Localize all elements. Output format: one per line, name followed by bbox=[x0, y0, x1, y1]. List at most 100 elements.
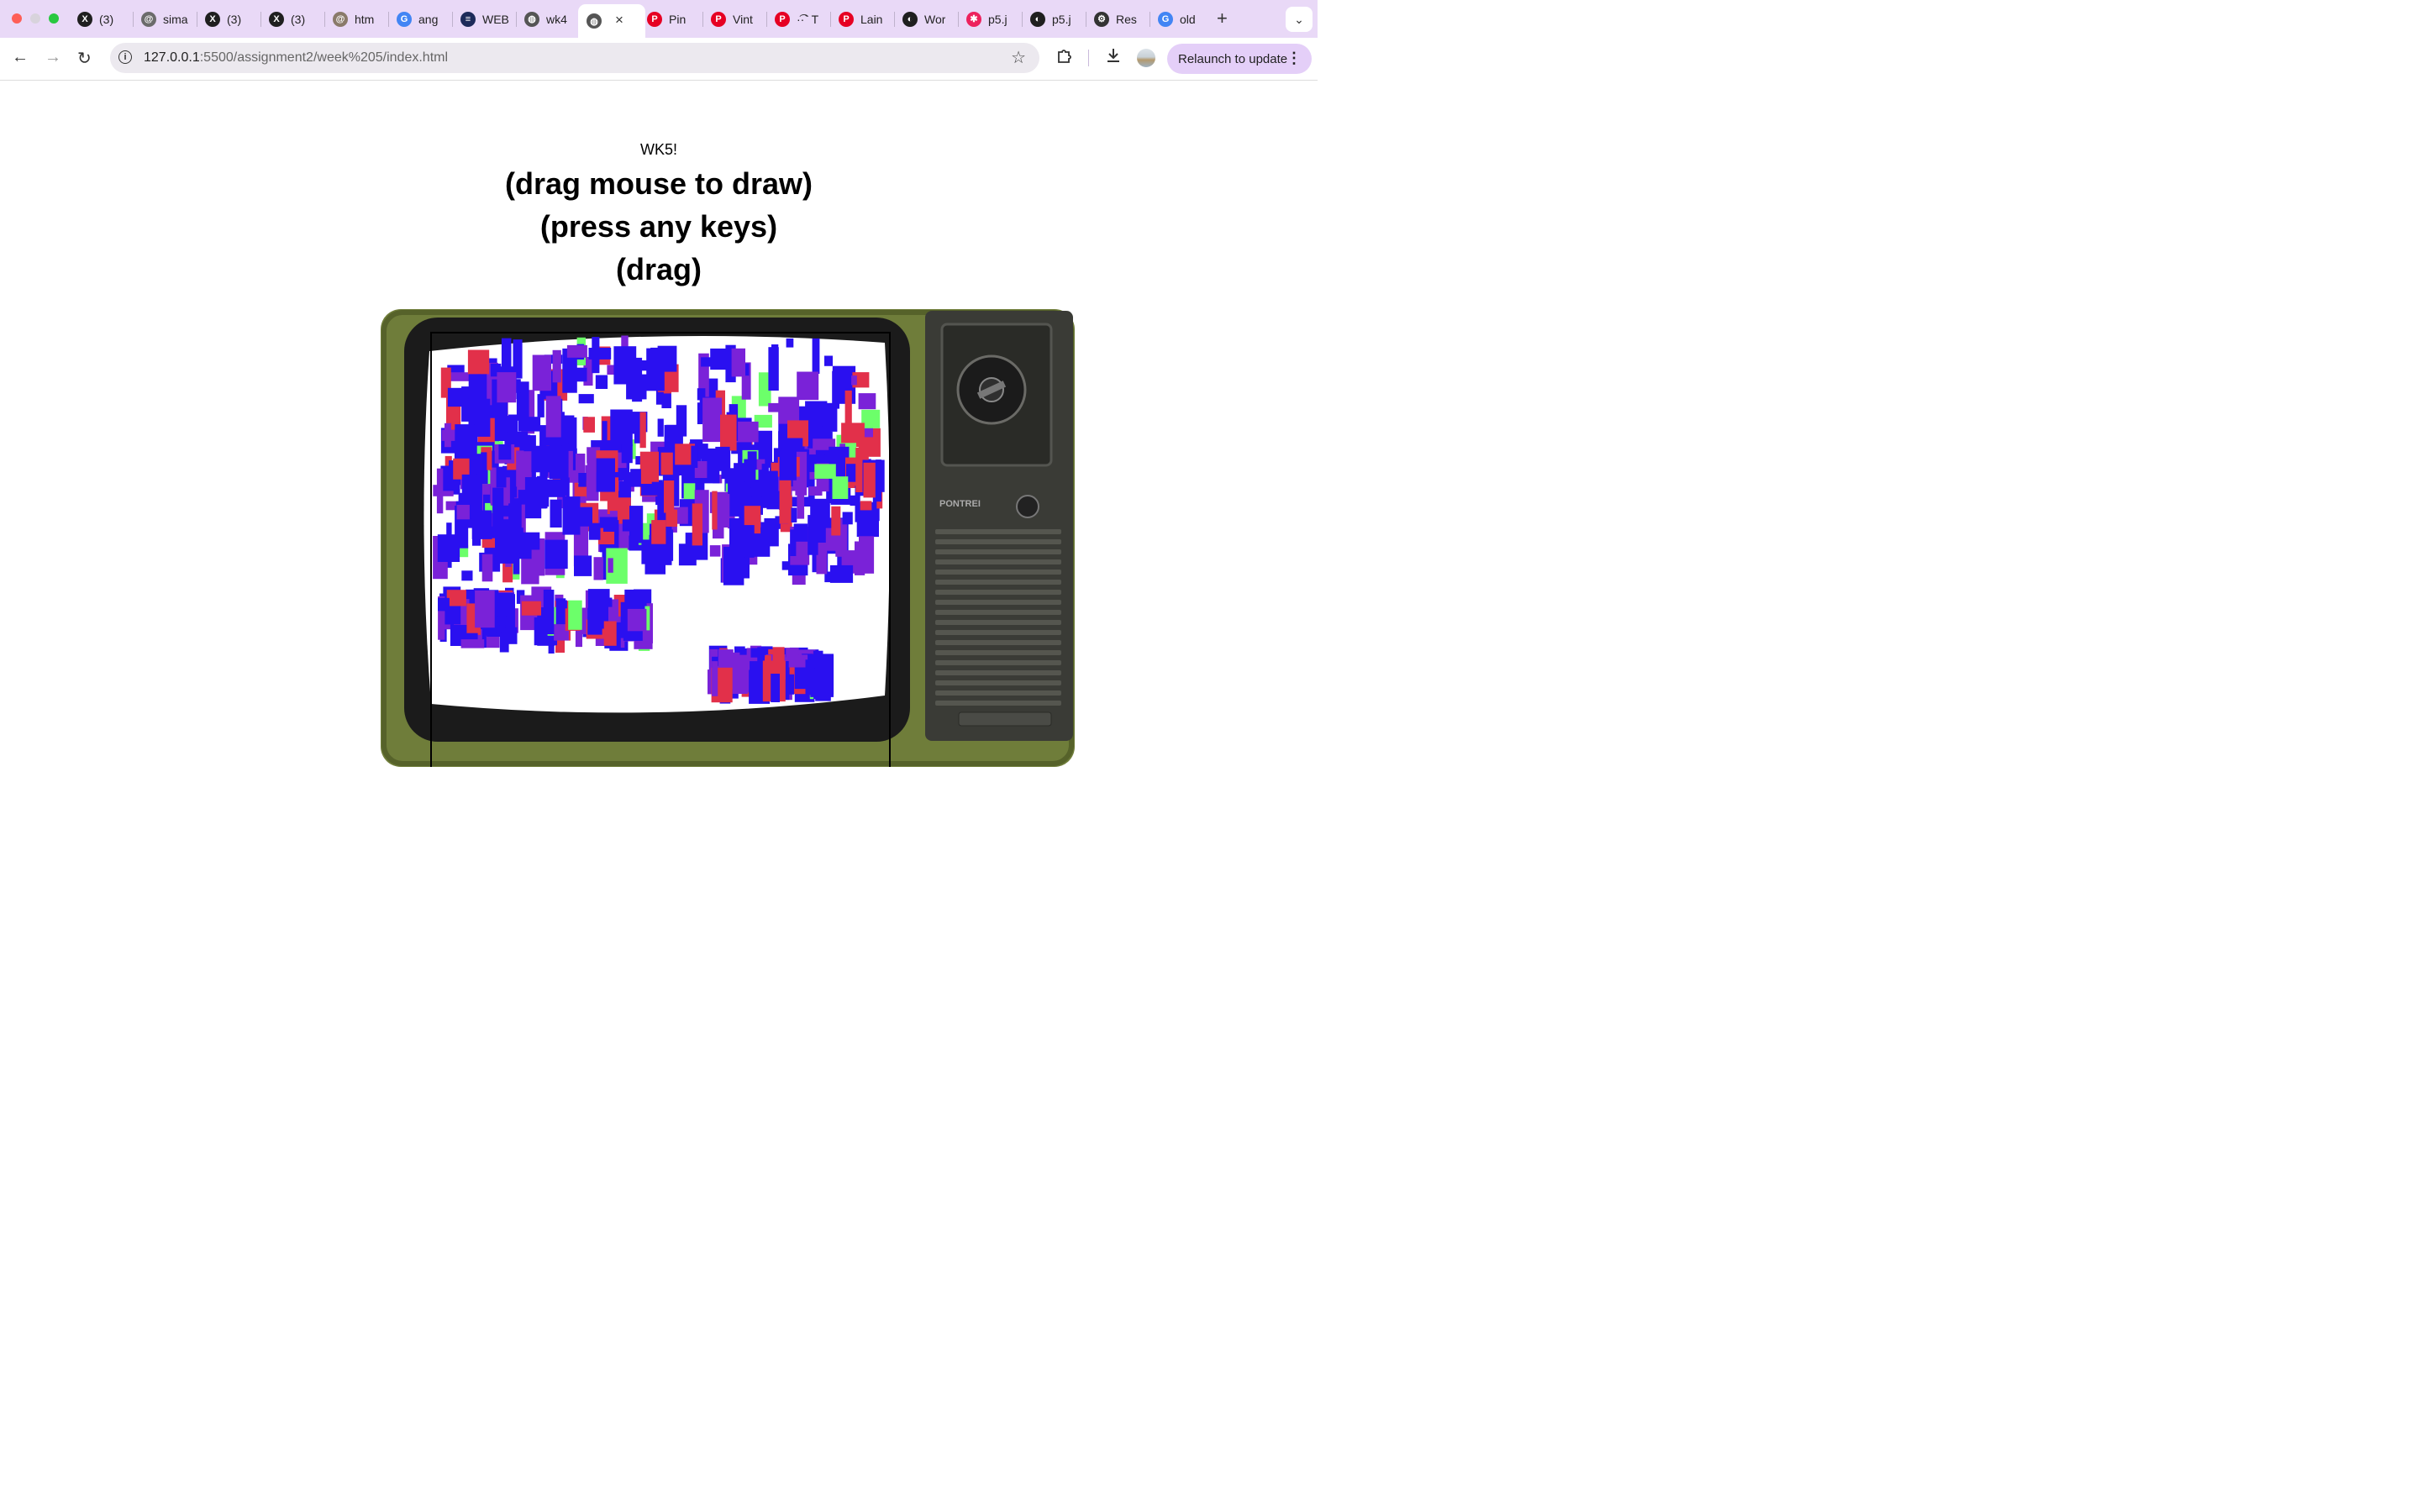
tab-divider bbox=[1022, 12, 1023, 27]
stroke-block bbox=[640, 452, 652, 484]
instruction-drag: (drag) bbox=[616, 252, 702, 286]
tab-6[interactable]: ≡ WEB bbox=[460, 6, 509, 32]
stroke-block bbox=[445, 423, 451, 448]
tab-3[interactable]: X (3) bbox=[269, 6, 318, 32]
stroke-block bbox=[832, 476, 849, 499]
tab-8[interactable]: ◍ × bbox=[578, 4, 645, 38]
tab-0[interactable]: X (3) bbox=[77, 6, 126, 32]
tab-10[interactable]: P Vint bbox=[711, 6, 760, 32]
stroke-block bbox=[691, 445, 698, 468]
page-title: WK5! bbox=[639, 141, 677, 158]
tab-title: Res bbox=[1116, 12, 1137, 26]
tab-15[interactable]: ◐ p5.j bbox=[1030, 6, 1079, 32]
tab-2[interactable]: X (3) bbox=[205, 6, 254, 32]
instruction-keys: (press any keys) bbox=[539, 209, 778, 244]
stroke-block bbox=[855, 541, 865, 575]
tab-title: old bbox=[1180, 12, 1196, 26]
stroke-block bbox=[797, 371, 819, 401]
grille-slot bbox=[935, 680, 1061, 685]
tab-14[interactable]: ✱ p5.j bbox=[966, 6, 1015, 32]
stroke-block bbox=[513, 536, 520, 575]
grille-slot bbox=[935, 600, 1061, 605]
google-icon: G bbox=[397, 11, 412, 27]
tab-5[interactable]: Gang bbox=[397, 6, 445, 32]
stroke-block bbox=[844, 390, 852, 428]
tab-title: Lain bbox=[860, 12, 883, 26]
toolbar-divider bbox=[1088, 50, 1089, 66]
tab-12[interactable]: P Lain bbox=[839, 6, 887, 32]
stroke-block bbox=[461, 570, 473, 581]
tab-13[interactable]: ◐ Wor bbox=[902, 6, 951, 32]
tab-7[interactable]: ◍ wk4 bbox=[524, 6, 573, 32]
stroke-block bbox=[544, 539, 568, 570]
tab-title: Pin bbox=[669, 12, 687, 26]
tab-9[interactable]: P Pin bbox=[647, 6, 696, 32]
stroke-block bbox=[779, 478, 792, 524]
stroke-block bbox=[603, 621, 617, 646]
address-bar[interactable]: i 127.0.0.1:5500/assignment2/week%205/in… bbox=[110, 43, 1039, 73]
profile-avatar[interactable] bbox=[1137, 49, 1155, 67]
forward-arrow-icon[interactable]: → bbox=[45, 48, 61, 67]
stroke-block bbox=[720, 414, 737, 451]
extensions-puzzle-icon[interactable] bbox=[1055, 46, 1074, 70]
tab-divider bbox=[516, 12, 517, 27]
stroke-block bbox=[747, 451, 757, 470]
new-tab-icon[interactable]: + bbox=[1217, 8, 1228, 29]
tab-divider bbox=[766, 12, 767, 27]
site-info-icon[interactable]: i bbox=[118, 50, 132, 64]
stroke-block bbox=[460, 639, 485, 648]
chevron-down-icon: ⌄ bbox=[1294, 12, 1304, 26]
stroke-block bbox=[495, 514, 503, 557]
tab-16[interactable]: ⚙ Res bbox=[1094, 6, 1143, 32]
stroke-block bbox=[676, 405, 687, 437]
stroke-block bbox=[781, 561, 788, 570]
tab-title: WEB bbox=[482, 12, 509, 26]
tab-17[interactable]: Gold bbox=[1158, 6, 1207, 32]
stroke-block bbox=[550, 499, 562, 528]
bookmark-star-icon[interactable]: ☆ bbox=[1011, 47, 1026, 68]
stroke-block bbox=[501, 627, 518, 644]
stroke-block bbox=[603, 521, 618, 532]
tab-title: p5.j bbox=[988, 12, 1007, 26]
stroke-block bbox=[808, 515, 818, 555]
stroke-block bbox=[447, 387, 469, 407]
grille-slot bbox=[935, 570, 1061, 575]
stroke-block bbox=[632, 357, 643, 402]
stroke-block bbox=[768, 402, 788, 412]
back-arrow-icon[interactable]: ← bbox=[12, 48, 29, 67]
close-window-button[interactable] bbox=[12, 13, 22, 24]
tv-illustration: PONTREI bbox=[381, 309, 1075, 770]
pinterest-icon: P bbox=[839, 11, 854, 27]
stroke-block bbox=[481, 452, 487, 480]
download-icon[interactable] bbox=[1104, 46, 1123, 70]
tab-1[interactable]: @ sima bbox=[141, 6, 190, 32]
asterisk-icon: ✱ bbox=[966, 11, 981, 27]
stroke-block bbox=[592, 337, 600, 374]
tab-title: p5.j bbox=[1052, 12, 1071, 26]
minimize-window-button[interactable] bbox=[30, 13, 40, 24]
reload-icon[interactable]: ↻ bbox=[77, 48, 92, 69]
tab-4[interactable]: @ htm bbox=[333, 6, 381, 32]
relaunch-button[interactable]: Relaunch to update ⋮ bbox=[1167, 44, 1312, 74]
grille-slot bbox=[935, 549, 1061, 554]
stroke-block bbox=[543, 590, 555, 634]
grille-slot bbox=[935, 559, 1061, 564]
url-text[interactable]: 127.0.0.1:5500/assignment2/week%205/inde… bbox=[144, 50, 448, 66]
stroke-block bbox=[521, 601, 541, 616]
spiral-icon: @ bbox=[141, 11, 156, 27]
stroke-block bbox=[501, 338, 512, 370]
kebab-menu-icon[interactable]: ⋮ bbox=[1286, 50, 1302, 67]
zoom-window-button[interactable] bbox=[49, 13, 59, 24]
stroke-block bbox=[678, 543, 697, 566]
tab-divider bbox=[324, 12, 325, 27]
stroke-block bbox=[731, 348, 745, 377]
tab-11[interactable]: P ·͡·` T bbox=[775, 6, 823, 32]
stroke-block bbox=[793, 523, 808, 542]
close-tab-icon[interactable]: × bbox=[615, 12, 623, 29]
stroke-block bbox=[701, 357, 718, 367]
tab-search-button[interactable]: ⌄ bbox=[1286, 7, 1313, 32]
stroke-block bbox=[446, 590, 466, 606]
stroke-block bbox=[545, 396, 561, 438]
tab-title: (3) bbox=[227, 12, 242, 26]
tab-divider bbox=[958, 12, 959, 27]
